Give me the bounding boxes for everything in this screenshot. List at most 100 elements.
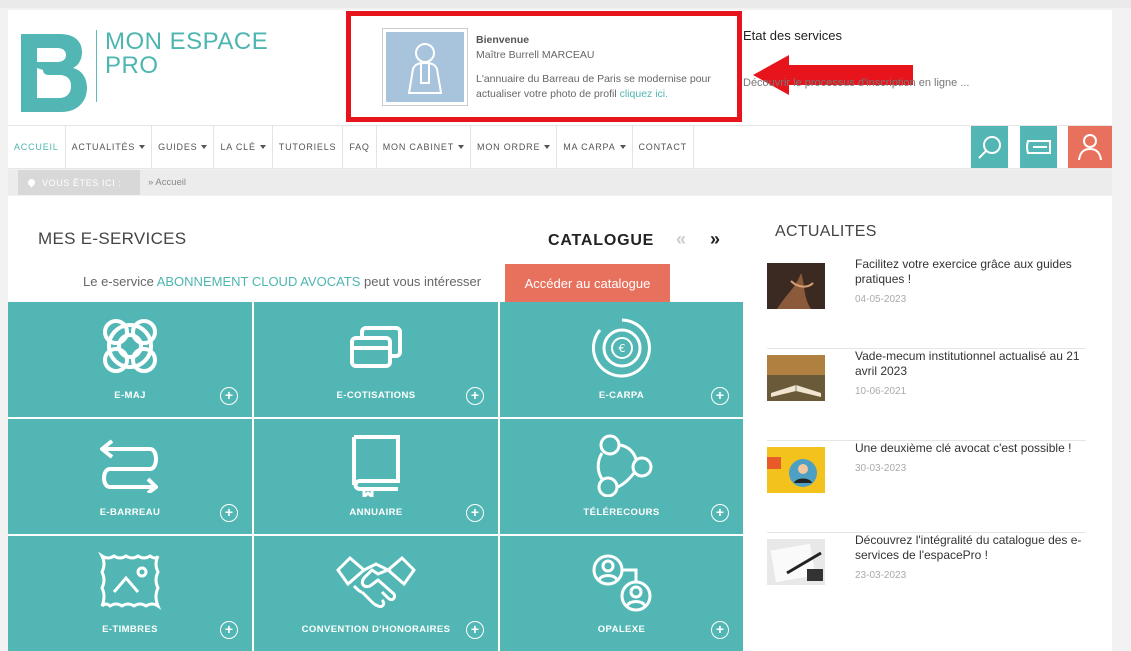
news-date: 10-06-2021 [855,386,907,397]
brand-line1: MON ESPACE [105,28,269,55]
news-item[interactable]: Découvrez l'intégralité du catalogue des… [767,533,1086,625]
news-title[interactable]: Vade-mecum institutionnel actualisé au 2… [855,349,1080,378]
tile-e-carpa[interactable]: € E-CARPA + [500,302,743,417]
news-title[interactable]: Une deuxième clé avocat c'est possible ! [855,441,1071,455]
svg-text:€: € [618,342,625,355]
nav-item-mon-ordre[interactable]: MON ORDRE [471,126,558,168]
nav-item-accueil[interactable]: ACCUEIL [8,126,66,168]
eservices-title: MES E-SERVICES [38,229,187,248]
news-title[interactable]: Découvrez l'intégralité du catalogue des… [855,533,1081,562]
plus-circle-icon[interactable]: + [220,387,238,405]
tile-telerecours[interactable]: TÉLÉRECOURS + [500,419,743,534]
tile-label: E-TIMBRES [102,624,158,635]
nav-label: CONTACT [638,142,687,152]
news-item[interactable]: Vade-mecum institutionnel actualisé au 2… [767,349,1086,441]
news-text: Facilitez votre exercice grâce aux guide… [855,257,1085,307]
plus-circle-icon[interactable]: + [466,387,484,405]
eservices-grid: E-MAJ + E-COTISATIONS + € E-CARPA + E-BA… [8,302,743,651]
promo-service-link[interactable]: ABONNEMENT CLOUD AVOCATS [157,274,361,289]
nav-item-guides[interactable]: GUIDES [152,126,215,168]
nav-item-actualites[interactable]: ACTUALITÉS [66,126,153,168]
tile-opalexe[interactable]: OPALEXE + [500,536,743,651]
plus-circle-icon[interactable]: + [220,621,238,639]
profile-photo-link[interactable]: cliquez ici. [620,88,668,100]
tile-e-maj[interactable]: E-MAJ + [8,302,252,417]
nav-item-tutoriels[interactable]: TUTORIELS [273,126,344,168]
breadcrumb-current[interactable]: » Accueil [148,170,186,195]
tile-label: E-CARPA [598,390,645,401]
news-thumbnail[interactable] [767,355,825,401]
users-link-icon [592,554,651,612]
catalogue-title[interactable]: CATALOGUE [548,232,654,250]
welcome-message: L'annuaire du Barreau de Paris se modern… [476,72,741,102]
caret-down-icon [619,145,626,149]
tile-e-barreau[interactable]: E-BARREAU + [8,419,252,534]
tile-e-timbres[interactable]: E-TIMBRES + [8,536,252,651]
nav-items: ACCUEIL ACTUALITÉS GUIDES LA CLÉ TUTORIE… [8,126,694,168]
caret-down-icon [458,145,465,149]
news-item[interactable]: Facilitez votre exercice grâce aux guide… [767,257,1086,349]
user-button[interactable] [1068,126,1112,168]
exchange-arrows-icon [100,439,158,493]
nav-item-mon-cabinet[interactable]: MON CABINET [377,126,472,168]
news-thumbnail[interactable] [767,539,825,585]
plus-circle-icon[interactable]: + [220,504,238,522]
brand-title[interactable]: MON ESPACE PRO [96,30,268,102]
nav-label: MON ORDRE [477,142,541,152]
nav-label: ACTUALITÉS [71,142,136,152]
logo[interactable] [15,30,91,116]
breadcrumb-label: VOUS ÊTES ICI : [18,170,140,195]
nav-label: GUIDES [158,142,198,152]
welcome-box: Bienvenue Maître Burrell MARCEAU L'annua… [346,11,742,122]
main-nav: ACCUEIL ACTUALITÉS GUIDES LA CLÉ TUTORIE… [8,125,1112,169]
location-pin-icon [26,177,37,188]
user-icon [1078,134,1102,161]
card-button[interactable] [1020,126,1057,168]
tile-label: E-COTISATIONS [336,390,416,401]
tile-label: E-MAJ [114,390,146,401]
actualites-title: ACTUALITES [775,223,877,240]
tile-label: ANNUAIRE [349,507,403,518]
tile-annuaire[interactable]: ANNUAIRE + [254,419,498,534]
nav-item-faq[interactable]: FAQ [343,126,377,168]
lifebuoy-icon [103,319,157,373]
main-content: MES E-SERVICES CATALOGUE « » Le e-servic… [8,196,1112,651]
card-icon [1025,140,1051,154]
user-name: Maître Burrell MARCEAU [476,49,595,61]
nav-item-contact[interactable]: CONTACT [633,126,694,168]
caret-down-icon [201,145,208,149]
plus-circle-icon[interactable]: + [711,387,729,405]
brand-line2: PRO [105,52,159,79]
nav-label: MON CABINET [382,142,455,152]
plus-circle-icon[interactable]: + [466,621,484,639]
nav-label: FAQ [349,142,370,152]
news-text: Vade-mecum institutionnel actualisé au 2… [855,349,1085,399]
cards-icon [350,326,402,368]
search-icon [977,136,1001,159]
tile-e-cotisations[interactable]: E-COTISATIONS + [254,302,498,417]
catalogue-prev-arrow-icon[interactable]: « [676,229,686,250]
news-date: 04-05-2023 [855,294,907,305]
promo-after: peut vous intéresser [364,274,482,289]
catalogue-next-arrow-icon[interactable]: » [710,229,720,250]
plus-circle-icon[interactable]: + [466,504,484,522]
plus-circle-icon[interactable]: + [711,621,729,639]
plus-circle-icon[interactable]: + [711,504,729,522]
service-status-link[interactable]: Etat des services [743,28,842,43]
avatar[interactable] [382,28,468,106]
tile-convention-honoraires[interactable]: CONVENTION D'HONORAIRES + [254,536,498,651]
nav-item-ma-carpa[interactable]: MA CARPA [557,126,633,168]
nav-item-la-cle[interactable]: LA CLÉ [214,126,273,168]
default-lawyer-avatar-icon [386,32,464,102]
access-catalogue-button[interactable]: Accéder au catalogue [505,264,670,302]
news-title[interactable]: Facilitez votre exercice grâce aux guide… [855,257,1072,286]
news-thumbnail[interactable] [767,263,825,309]
news-text: Découvrez l'intégralité du catalogue des… [855,533,1085,583]
news-item[interactable]: Une deuxième clé avocat c'est possible !… [767,441,1086,533]
welcome-message-text: L'annuaire du Barreau de Paris se modern… [476,73,711,100]
registration-process-link[interactable]: Découvrir le processus d'inscription en … [743,77,969,89]
news-thumbnail[interactable] [767,447,825,493]
euro-coin-icon: € [591,318,651,378]
caret-down-icon [544,145,551,149]
search-button[interactable] [971,126,1008,168]
